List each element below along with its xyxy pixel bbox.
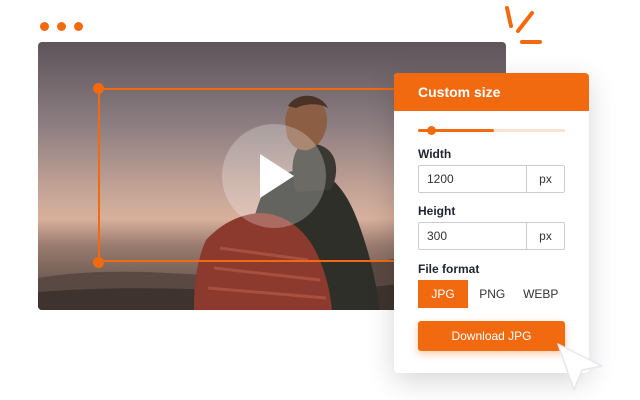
custom-size-panel: Custom size Width 1200 px Height 300 px …: [394, 73, 589, 373]
format-selector: JPG PNG WEBP: [418, 280, 565, 308]
sparkle-icon: [505, 6, 542, 44]
panel-title: Custom size: [394, 73, 589, 111]
width-field[interactable]: 1200 px: [418, 165, 565, 193]
width-unit: px: [526, 166, 564, 192]
width-input[interactable]: 1200: [419, 166, 526, 192]
format-option-png[interactable]: PNG: [468, 280, 517, 308]
download-button[interactable]: Download JPG: [418, 321, 565, 351]
crop-handle-top-left[interactable]: [93, 83, 104, 94]
window-dots-icon: [40, 22, 83, 31]
crop-handle-bottom-left[interactable]: [93, 257, 104, 268]
height-label: Height: [418, 204, 456, 218]
file-format-label: File format: [418, 262, 480, 276]
size-slider[interactable]: [418, 126, 565, 135]
height-unit: px: [526, 223, 564, 249]
dot-icon: [57, 22, 66, 31]
dot-icon: [40, 22, 49, 31]
crop-frame[interactable]: [98, 88, 398, 262]
height-field[interactable]: 300 px: [418, 222, 565, 250]
height-input[interactable]: 300: [419, 223, 526, 249]
slider-thumb[interactable]: [427, 126, 437, 135]
dot-icon: [74, 22, 83, 31]
format-option-webp[interactable]: WEBP: [517, 280, 566, 308]
cursor-icon: [557, 343, 603, 391]
width-label: Width: [418, 147, 452, 161]
format-option-jpg[interactable]: JPG: [418, 280, 468, 308]
